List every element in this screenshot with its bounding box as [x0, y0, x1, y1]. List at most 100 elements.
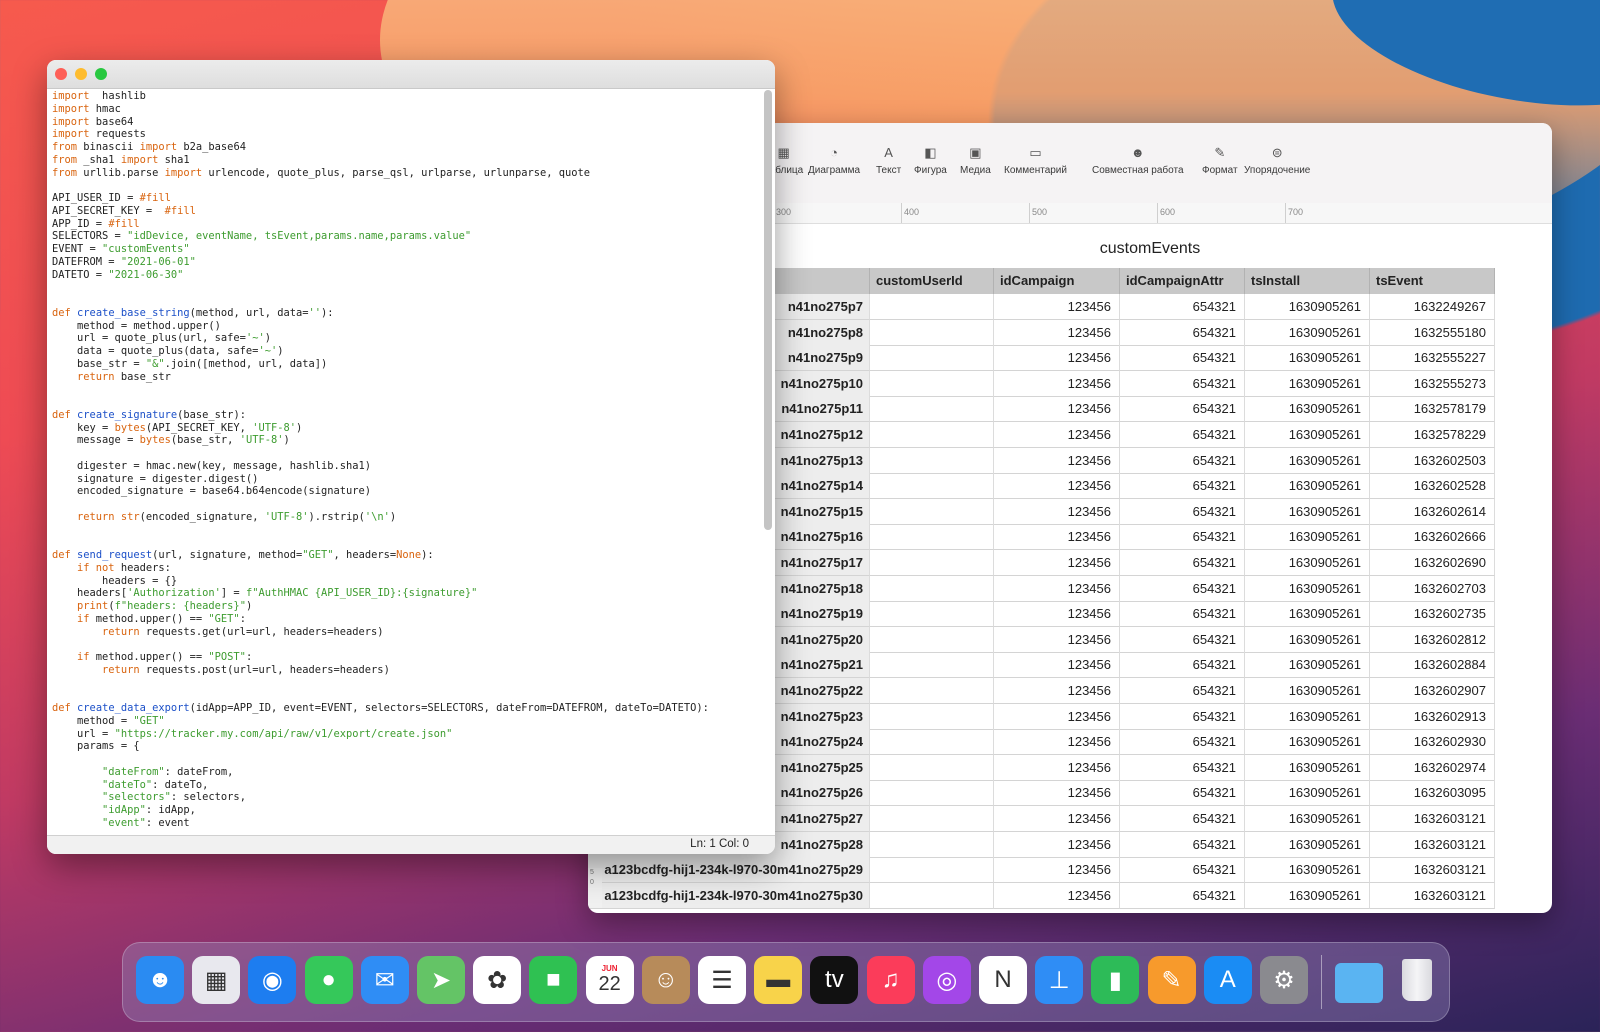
table-cell[interactable]: 1630905261	[1245, 498, 1370, 525]
table-cell[interactable]: 1632249267	[1370, 294, 1495, 320]
launchpad-icon[interactable]: ▦	[192, 956, 241, 1004]
column-header-idCampaignAttr[interactable]: idCampaignAttr	[1120, 268, 1245, 294]
table-cell[interactable]: 1632603121	[1370, 831, 1495, 858]
table-cell[interactable]: 123456	[994, 550, 1120, 576]
table-cell[interactable]: 1632602503	[1370, 447, 1495, 474]
table-cell[interactable]: 123456	[994, 882, 1120, 909]
toolbar-collaborate-button[interactable]: ☻ Совместная работа	[1092, 145, 1184, 176]
toolbar-format-button[interactable]: ✎ Формат	[1202, 145, 1238, 176]
table-cell[interactable]	[870, 422, 994, 448]
table-cell[interactable]: 1630905261	[1245, 370, 1370, 397]
table-cell[interactable]: 1630905261	[1245, 652, 1370, 679]
table-cell[interactable]: 123456	[994, 396, 1120, 423]
table-cell[interactable]	[870, 370, 994, 397]
table-cell[interactable]: 1630905261	[1245, 294, 1370, 320]
table-cell[interactable]: 654321	[1120, 345, 1245, 372]
toolbar-chart-button[interactable]: ◔ Диаграмма	[808, 145, 860, 176]
table-row-label[interactable]: a123bcdfg-hij1-234k-l970-30m41no275p29	[588, 857, 870, 884]
table-cell[interactable]: 654321	[1120, 370, 1245, 397]
table-cell[interactable]	[870, 678, 994, 704]
toolbar-organize-button[interactable]: ⊜ Упорядочение	[1244, 145, 1310, 176]
table-cell[interactable]: 1630905261	[1245, 703, 1370, 730]
table-cell[interactable]: 123456	[994, 780, 1120, 807]
table-cell[interactable]: 1630905261	[1245, 575, 1370, 602]
minimize-button[interactable]	[75, 68, 87, 80]
table-cell[interactable]	[870, 319, 994, 346]
table-cell[interactable]	[870, 703, 994, 730]
table-cell[interactable]: 1630905261	[1245, 678, 1370, 704]
table-cell[interactable]: 654321	[1120, 319, 1245, 346]
keynote-icon[interactable]: ⊥	[1035, 956, 1084, 1004]
table-cell[interactable]: 654321	[1120, 498, 1245, 525]
table-cell[interactable]: 654321	[1120, 447, 1245, 474]
reminders-icon[interactable]: ☰	[698, 956, 746, 1004]
safari-icon[interactable]: ◉	[248, 956, 297, 1004]
table-cell[interactable]	[870, 345, 994, 372]
table-cell[interactable]: 123456	[994, 754, 1120, 781]
column-header-customUserId[interactable]: customUserId	[870, 268, 994, 294]
table-cell[interactable]: 1632578229	[1370, 422, 1495, 448]
toolbar-media-button[interactable]: ▣ Медиа	[960, 145, 991, 176]
table-cell[interactable]: 654321	[1120, 729, 1245, 756]
table-cell[interactable]: 654321	[1120, 422, 1245, 448]
table-cell[interactable]: 123456	[994, 422, 1120, 448]
table-cell[interactable]: 654321	[1120, 857, 1245, 884]
table-cell[interactable]: 654321	[1120, 754, 1245, 781]
table-cell[interactable]	[870, 473, 994, 500]
table-cell[interactable]: 654321	[1120, 294, 1245, 320]
toolbar-text-button[interactable]: A Текст	[876, 145, 901, 176]
column-header-tsEvent[interactable]: tsEvent	[1370, 268, 1495, 294]
maps-icon[interactable]: ➤	[417, 956, 465, 1004]
table-cell[interactable]: 1630905261	[1245, 806, 1370, 832]
table-cell[interactable]	[870, 447, 994, 474]
photos-icon[interactable]: ✿	[473, 956, 522, 1004]
table-cell[interactable]: 1630905261	[1245, 729, 1370, 756]
table-cell[interactable]: 1632555180	[1370, 319, 1495, 346]
table-cell[interactable]: 1630905261	[1245, 882, 1370, 909]
table-cell[interactable]: 654321	[1120, 550, 1245, 576]
table-cell[interactable]: 123456	[994, 447, 1120, 474]
table-cell[interactable]: 1630905261	[1245, 447, 1370, 474]
table-cell[interactable]: 1632602884	[1370, 652, 1495, 679]
table-cell[interactable]: 1632602528	[1370, 473, 1495, 500]
table-cell[interactable]: 123456	[994, 857, 1120, 884]
code-editor-window[interactable]: import hashlib import hmac import base64…	[47, 60, 775, 854]
table-cell[interactable]	[870, 550, 994, 576]
table-cell[interactable]: 1632602907	[1370, 678, 1495, 704]
table-cell[interactable]	[870, 729, 994, 756]
table-cell[interactable]: 1630905261	[1245, 345, 1370, 372]
table-cell[interactable]: 1632578179	[1370, 396, 1495, 423]
table-cell[interactable]	[870, 754, 994, 781]
column-header-idCampaign[interactable]: idCampaign	[994, 268, 1120, 294]
table-cell[interactable]: 654321	[1120, 882, 1245, 909]
music-icon[interactable]: ♫	[866, 956, 915, 1004]
table-cell[interactable]	[870, 882, 994, 909]
table-cell[interactable]: 1632602614	[1370, 498, 1495, 525]
news-icon[interactable]: N	[979, 956, 1027, 1004]
calendar-icon[interactable]: JUN 22	[585, 956, 634, 1004]
table-cell[interactable]: 654321	[1120, 626, 1245, 653]
downloads-folder-icon[interactable]	[1335, 963, 1383, 1003]
table-cell[interactable]: 1632602666	[1370, 524, 1495, 551]
table-cell[interactable]: 654321	[1120, 678, 1245, 704]
table-cell[interactable]: 123456	[994, 575, 1120, 602]
table-cell[interactable]: 1630905261	[1245, 319, 1370, 346]
table-cell[interactable]: 654321	[1120, 473, 1245, 500]
table-cell[interactable]: 123456	[994, 473, 1120, 500]
table-cell[interactable]: 654321	[1120, 780, 1245, 807]
table-cell[interactable]: 1632555227	[1370, 345, 1495, 372]
table-cell[interactable]: 123456	[994, 806, 1120, 832]
table-cell[interactable]: 1630905261	[1245, 550, 1370, 576]
table-cell[interactable]	[870, 857, 994, 884]
table-cell[interactable]: 123456	[994, 703, 1120, 730]
trash-icon[interactable]	[1393, 956, 1441, 1004]
table-cell[interactable]: 1632602690	[1370, 550, 1495, 576]
table-cell[interactable]: 123456	[994, 729, 1120, 756]
table-cell[interactable]: 654321	[1120, 831, 1245, 858]
code-area[interactable]: import hashlib import hmac import base64…	[52, 90, 760, 832]
numbers-icon[interactable]: ▮	[1091, 956, 1140, 1004]
toolbar-shape-button[interactable]: ◧ Фигура	[914, 145, 947, 176]
table-cell[interactable]: 123456	[994, 652, 1120, 679]
table-cell[interactable]: 123456	[994, 294, 1120, 320]
table-cell[interactable]: 123456	[994, 678, 1120, 704]
